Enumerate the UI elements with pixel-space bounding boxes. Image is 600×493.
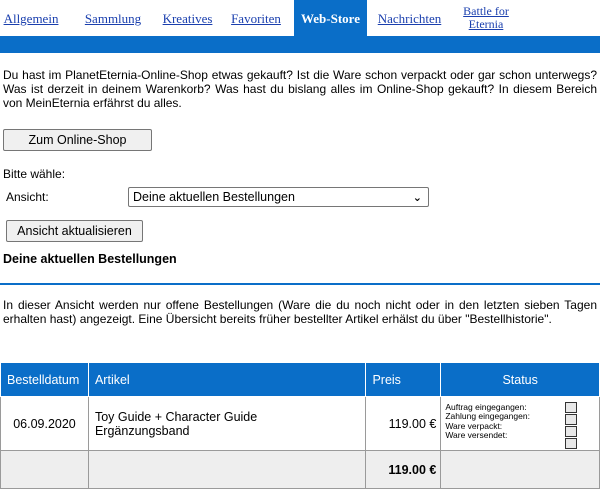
choose-label: Bitte wähle: xyxy=(3,167,66,181)
view-select-value: Deine aktuellen Bestellungen xyxy=(133,190,295,204)
tab-battle-line2: Eternia xyxy=(468,17,504,31)
orders-table: Bestelldatum Artikel Preis Status 06.09.… xyxy=(0,362,600,489)
total-empty-status xyxy=(440,450,600,489)
status-box-zahlung xyxy=(565,413,578,425)
status-labels: Auftrag eingegangen: Zahlung eingegangen… xyxy=(445,402,530,441)
order-status: Auftrag eingegangen: Zahlung eingegangen… xyxy=(440,396,600,451)
intro-text: Du hast im PlanetEternia-Online-Shop etw… xyxy=(3,68,597,110)
tab-allgemein[interactable]: Allgemein xyxy=(4,0,59,36)
total-empty-date xyxy=(0,450,89,489)
tab-battle-for-eternia[interactable]: Battle for Eternia xyxy=(456,0,516,36)
order-article: Toy Guide + Character Guide Ergänzungsba… xyxy=(87,396,367,451)
header-bar xyxy=(0,36,600,53)
status-box-versendet xyxy=(565,437,578,449)
tab-web-store[interactable]: Web-Store xyxy=(294,0,367,36)
table-total-row: 119.00 € xyxy=(0,450,600,489)
status-box-verpackt xyxy=(565,425,578,437)
tab-kreatives[interactable]: Kreatives xyxy=(157,0,218,36)
view-note: In dieser Ansicht werden nur offene Best… xyxy=(3,298,597,326)
header-artikel: Artikel xyxy=(87,362,367,397)
status-indicators xyxy=(565,401,578,450)
tab-bar: Allgemein Sammlung Kreatives Favoriten W… xyxy=(0,0,600,36)
tab-favoriten[interactable]: Favoriten xyxy=(226,0,286,36)
order-date: 06.09.2020 xyxy=(0,396,89,451)
chevron-down-icon: ⌄ xyxy=(412,192,422,204)
view-label: Ansicht: xyxy=(6,190,49,204)
header-bestelldatum: Bestelldatum xyxy=(0,362,89,397)
online-shop-button[interactable]: Zum Online-Shop xyxy=(3,129,152,151)
table-row: 06.09.2020 Toy Guide + Character Guide E… xyxy=(0,396,600,451)
tab-nachrichten[interactable]: Nachrichten xyxy=(370,0,449,36)
section-divider xyxy=(0,283,600,285)
order-article-line2: Ergänzungsband xyxy=(94,423,190,438)
header-preis: Preis xyxy=(365,362,442,397)
order-total: 119.00 € xyxy=(365,450,442,489)
view-select[interactable]: Deine aktuellen Bestellungen ⌄ xyxy=(128,187,429,207)
header-status: Status xyxy=(440,362,600,397)
tab-sammlung[interactable]: Sammlung xyxy=(80,0,146,36)
order-article-line1: Toy Guide + Character Guide xyxy=(94,409,258,424)
section-title: Deine aktuellen Bestellungen xyxy=(3,252,177,266)
order-price: 119.00 € xyxy=(365,396,442,451)
status-box-auftrag xyxy=(565,401,578,413)
refresh-view-button[interactable]: Ansicht aktualisieren xyxy=(6,220,143,242)
total-empty-article xyxy=(87,450,367,489)
table-header-row: Bestelldatum Artikel Preis Status xyxy=(0,362,600,397)
status-versendet: Ware versendet: xyxy=(445,430,508,440)
